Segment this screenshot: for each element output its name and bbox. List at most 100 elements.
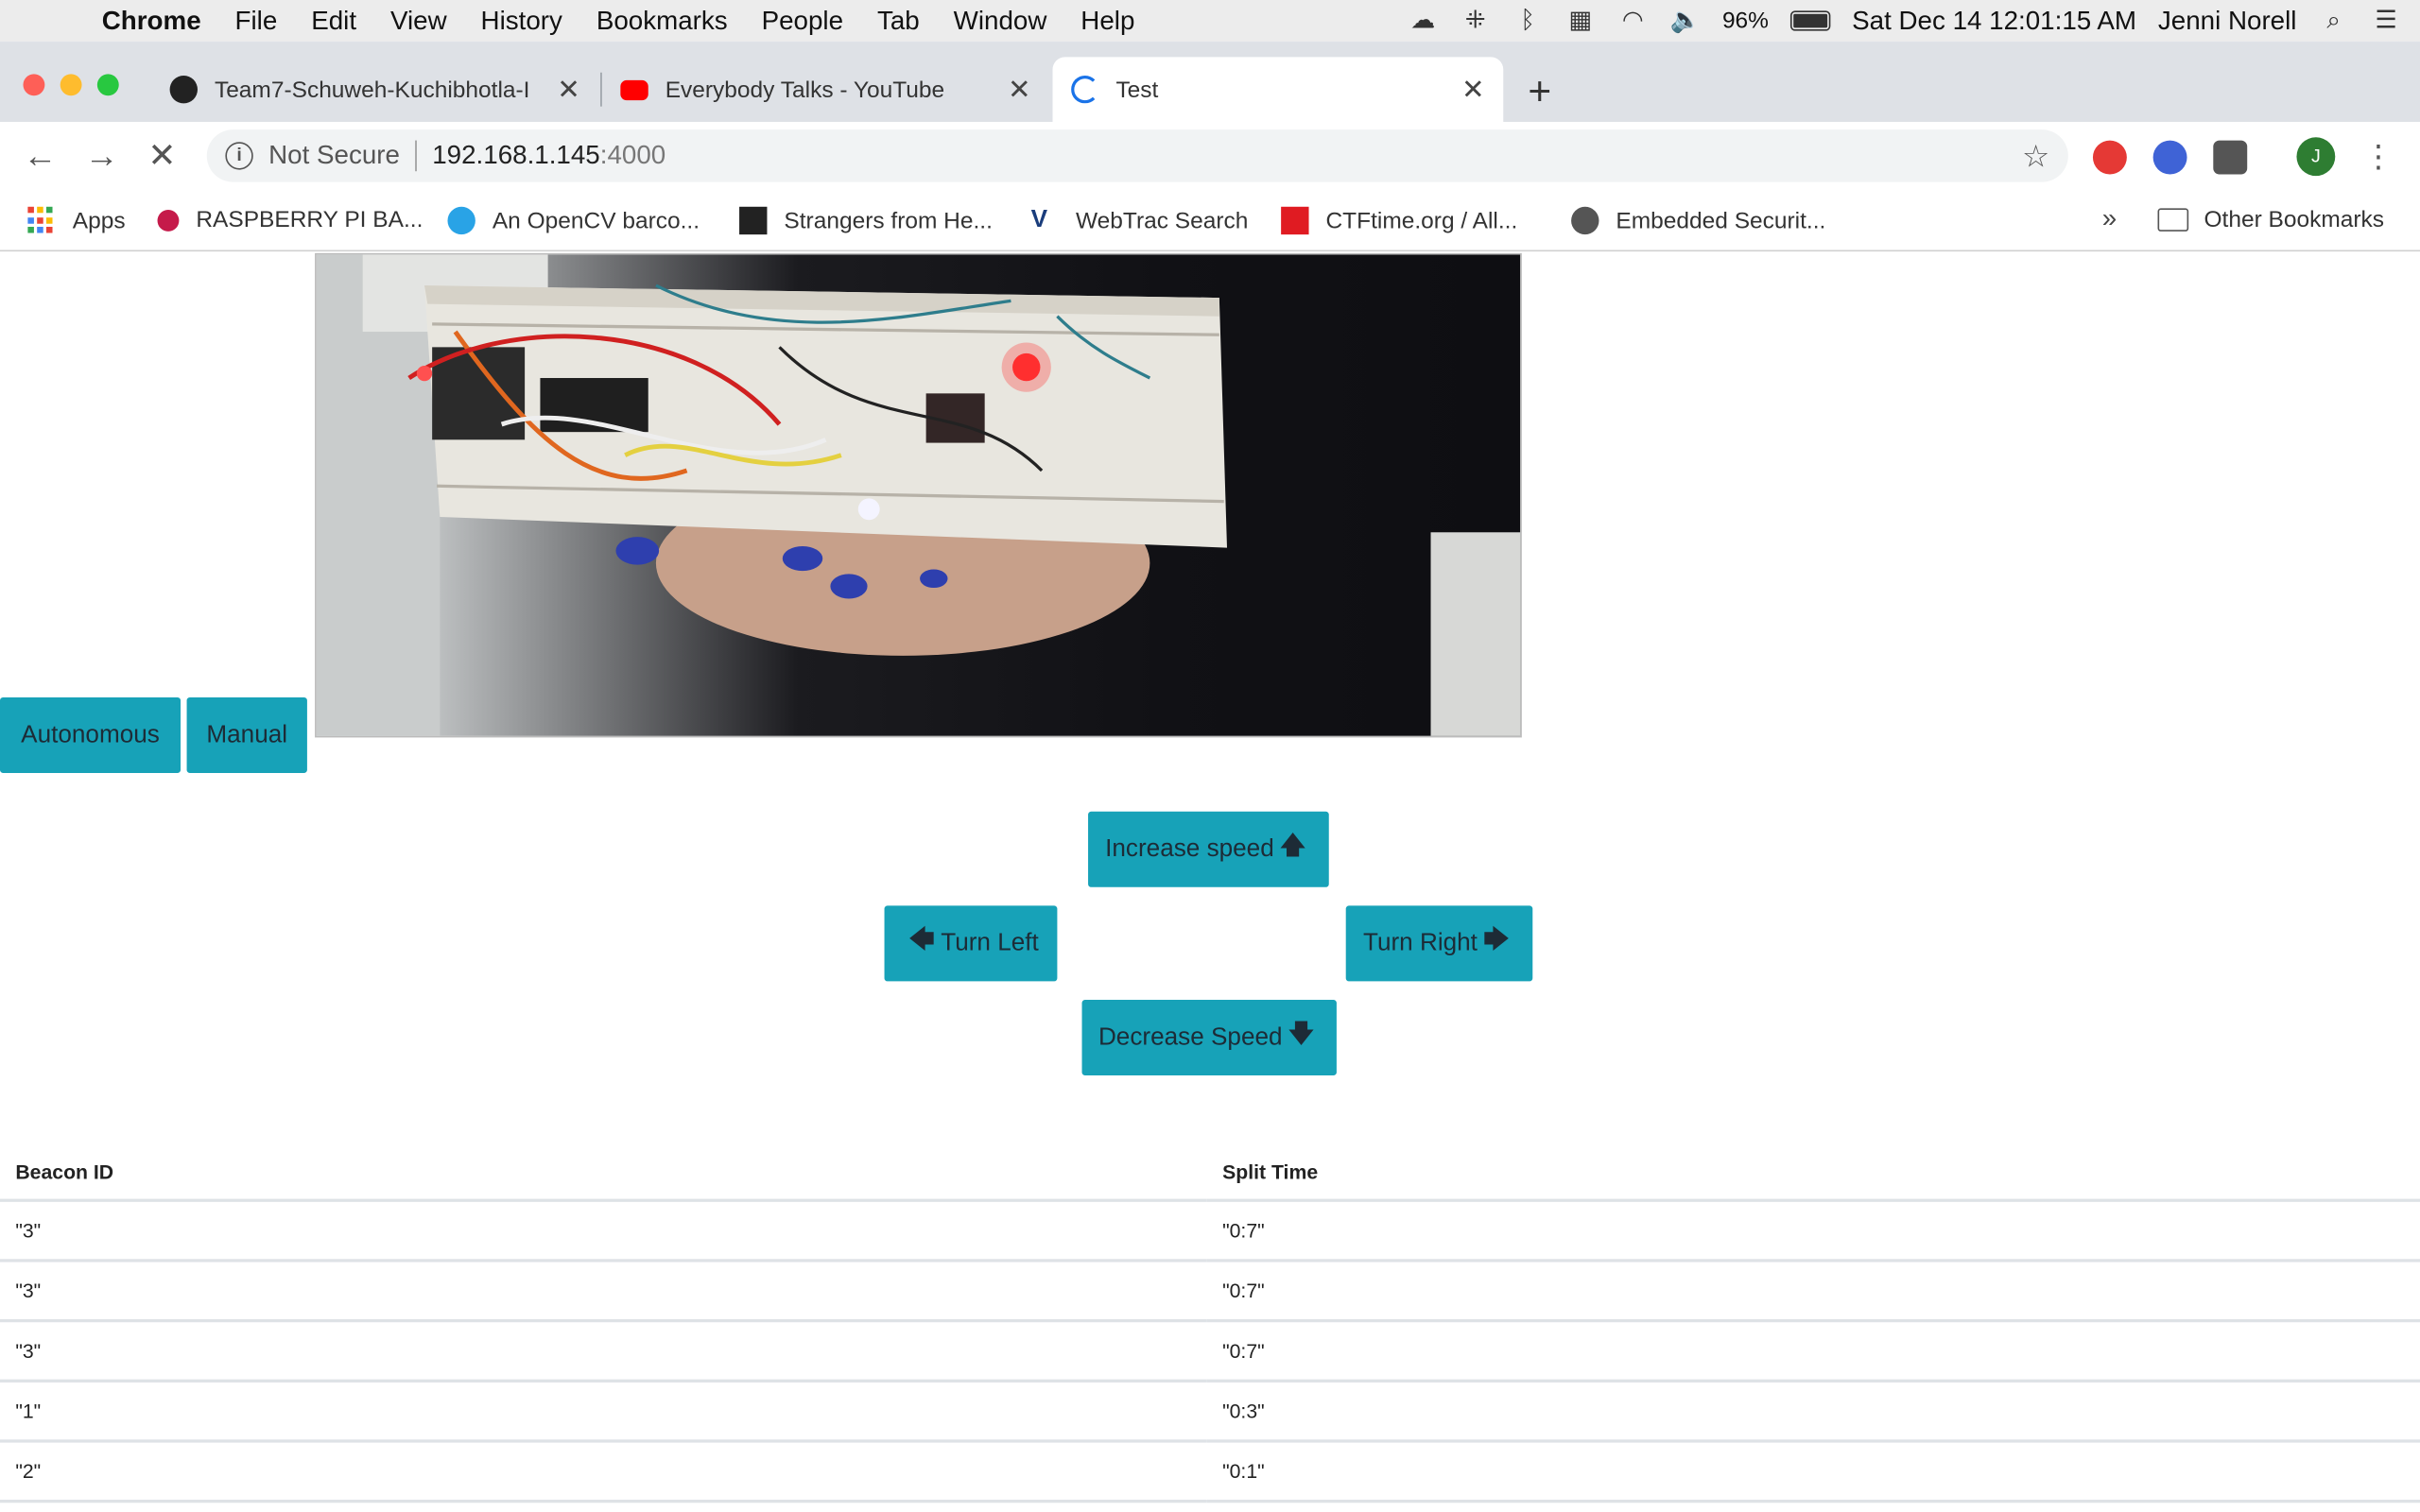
bookmark-ctftime[interactable]: CTFtime.org / All... (1281, 206, 1517, 235)
more-bookmarks-icon[interactable]: » (2102, 204, 2117, 235)
close-icon[interactable]: ✕ (1008, 74, 1031, 106)
menu-edit[interactable]: Edit (294, 6, 373, 37)
menu-help[interactable]: Help (1063, 6, 1151, 37)
column-header-beacon-id: Beacon ID (0, 1144, 1207, 1202)
close-icon[interactable]: ✕ (557, 74, 580, 106)
browser-toolbar: ← → ✕ i Not Secure 192.168.1.145:4000 ☆ … (0, 121, 2420, 192)
webtrac-icon: V (1030, 206, 1048, 233)
table-row: "3" "0:7" (0, 1320, 2420, 1383)
volume-icon[interactable]: 🔈 (1669, 8, 1701, 33)
bookmark-strangers[interactable]: Strangers from He... (739, 206, 993, 235)
lightbulb-extension-icon[interactable] (2213, 140, 2248, 175)
divider (415, 140, 417, 172)
close-window-icon[interactable] (23, 74, 45, 96)
url-port: :4000 (599, 140, 666, 170)
bookmark-label: Apps (72, 207, 126, 234)
turn-right-label: Turn Right (1362, 929, 1478, 956)
close-icon[interactable]: ✕ (1461, 74, 1485, 106)
bookmark-label: WebTrac Search (1075, 207, 1249, 234)
tab-strip: Team7-Schuweh-Kuchibhotla-I ✕ Everybody … (0, 42, 2420, 122)
bookmark-star-icon[interactable]: ☆ (2022, 137, 2049, 176)
pyimagesearch-icon (447, 206, 475, 235)
more-menu-icon[interactable]: ⋮ (2363, 137, 2394, 176)
split-time-cell: "0:7" (1206, 1200, 2420, 1263)
tab-title: Test (1115, 76, 1159, 103)
table-row: "2" "0:1" (0, 1440, 2420, 1503)
split-time-cell: "0:3" (1206, 1381, 2420, 1443)
forward-icon[interactable]: → (80, 136, 124, 176)
split-time-cell: "0:7" (1206, 1260, 2420, 1323)
ctftime-icon (1281, 206, 1309, 235)
battery-icon[interactable] (1789, 10, 1831, 31)
bookmark-label: Embedded Securit... (1616, 207, 1826, 234)
menu-history[interactable]: History (464, 6, 579, 37)
macos-menu-bar: Chrome File Edit View History Bookmarks … (0, 0, 2420, 43)
spotlight-search-icon[interactable]: ⌕ (2318, 8, 2349, 33)
menu-file[interactable]: File (218, 6, 295, 37)
address-bar[interactable]: i Not Secure 192.168.1.145:4000 ☆ (206, 129, 2068, 182)
beacon-id-cell: "1" (0, 1381, 1207, 1443)
table-row: "1" "0:3" (0, 1381, 2420, 1443)
info-icon[interactable]: i (225, 142, 253, 170)
other-bookmarks-folder[interactable]: Other Bookmarks (2157, 206, 2385, 233)
tab-test[interactable]: Test ✕ (1052, 57, 1504, 122)
slack-icon[interactable]: ⁜ (1460, 8, 1491, 33)
new-tab-icon[interactable]: + (1528, 68, 1551, 116)
adblock-extension-icon[interactable] (2092, 140, 2127, 175)
arrow-up-icon: 🡅 (1280, 833, 1306, 860)
apps-grid-icon (27, 206, 55, 234)
bookmarks-bar: Apps RASPBERRY PI BA... An OpenCV barco.… (0, 191, 2420, 252)
bluetooth-icon[interactable]: ᛒ (1512, 8, 1544, 33)
bookmark-label: Strangers from He... (784, 207, 993, 234)
back-icon[interactable]: ← (19, 136, 62, 176)
menu-bookmarks[interactable]: Bookmarks (579, 6, 745, 37)
security-label[interactable]: Not Secure (268, 141, 400, 172)
split-time-cell: "0:7" (1206, 1320, 2420, 1383)
column-header-split-time: Split Time (1206, 1144, 2420, 1202)
profile-avatar[interactable]: J (2296, 137, 2336, 177)
menu-view[interactable]: View (373, 6, 464, 37)
clock[interactable]: Sat Dec 14 12:01:15 AM (1852, 6, 2136, 37)
beacon-id-cell: "3" (0, 1200, 1207, 1263)
table-row: "3" "0:7" (0, 1260, 2420, 1323)
user-name[interactable]: Jenni Norell (2158, 6, 2297, 37)
tab-youtube[interactable]: Everybody Talks - YouTube ✕ (602, 57, 1049, 122)
cloud-icon[interactable]: ☁ (1408, 8, 1439, 33)
other-bookmarks-label: Other Bookmarks (2204, 206, 2385, 233)
notification-center-icon[interactable]: ☰ (2371, 8, 2402, 33)
memory-icon[interactable]: ▦ (1564, 8, 1596, 33)
menu-tab[interactable]: Tab (860, 6, 937, 37)
turn-right-button[interactable]: Turn Right 🡆 (1345, 905, 1533, 982)
window-controls (23, 74, 119, 96)
autonomous-button[interactable]: Autonomous (0, 696, 182, 773)
bookmark-webtrac[interactable]: V WebTrac Search (1031, 207, 1249, 234)
turn-left-button[interactable]: 🡄 Turn Left (884, 905, 1058, 982)
goodreads-icon (739, 206, 768, 235)
stop-loading-icon[interactable]: ✕ (141, 136, 184, 176)
bookmark-embedded-security[interactable]: Embedded Securit... (1571, 206, 1826, 235)
turn-left-label: Turn Left (941, 929, 1039, 956)
beacon-id-cell: "3" (0, 1260, 1207, 1323)
manual-button[interactable]: Manual (186, 696, 307, 773)
page-content: Autonomous Manual Increase speed 🡅 🡄 Tur… (0, 252, 2420, 1512)
menu-people[interactable]: People (745, 6, 860, 37)
beacon-id-cell: "3" (0, 1320, 1207, 1383)
minimize-window-icon[interactable] (60, 74, 82, 96)
menu-window[interactable]: Window (937, 6, 1064, 37)
zoom-window-icon[interactable] (96, 74, 119, 96)
beacon-id-cell: "2" (0, 1440, 1207, 1503)
app-menu[interactable]: Chrome (102, 6, 218, 37)
bookmark-opencv[interactable]: An OpenCV barco... (447, 206, 700, 235)
loading-spinner-icon (1071, 76, 1099, 104)
decrease-speed-button[interactable]: Decrease Speed 🡇 (1081, 999, 1337, 1075)
tab-github[interactable]: Team7-Schuweh-Kuchibhotla-I ✕ (151, 57, 598, 122)
bookmark-apps[interactable]: Apps (27, 206, 126, 234)
battery-percent: 96% (1721, 8, 1769, 34)
increase-speed-button[interactable]: Increase speed 🡅 (1088, 811, 1329, 887)
bookmark-raspberry-pi[interactable]: RASPBERRY PI BA... (157, 207, 423, 233)
chat-extension-icon[interactable] (2152, 140, 2187, 175)
breadboard-photo (316, 254, 1521, 736)
split-times-table: Beacon ID Split Time "3" "0:7" "3" "0:7"… (0, 1144, 2420, 1503)
wifi-icon[interactable]: ◠ (1617, 8, 1649, 33)
raspberry-pi-icon (157, 209, 180, 232)
